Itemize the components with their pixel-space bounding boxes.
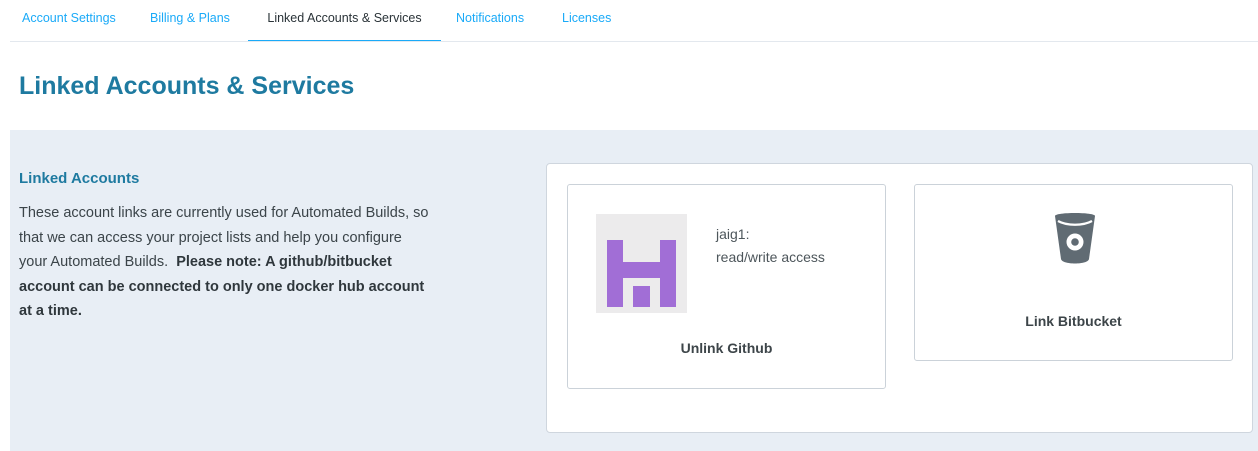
github-avatar	[596, 214, 687, 313]
identicon-image	[607, 240, 676, 307]
github-access-level: read/write access	[716, 249, 825, 265]
tab-linked-accounts[interactable]: Linked Accounts & Services	[248, 0, 441, 42]
section-title: Linked Accounts	[19, 170, 140, 187]
tab-licenses[interactable]: Licenses	[562, 0, 611, 42]
tab-notifications[interactable]: Notifications	[456, 0, 524, 42]
linked-accounts-section: Linked Accounts These account links are …	[10, 130, 1258, 451]
tab-billing-plans[interactable]: Billing & Plans	[150, 0, 230, 42]
page-title: Linked Accounts & Services	[19, 72, 355, 100]
github-card: jaig1: read/write access Unlink Github	[567, 184, 886, 389]
linked-services-panel: jaig1: read/write access Unlink Github L…	[546, 163, 1253, 433]
section-description: These account links are currently used f…	[19, 201, 429, 324]
tabs-divider	[10, 41, 1258, 42]
bitbucket-card: Link Bitbucket	[914, 184, 1233, 361]
github-username: jaig1:	[716, 226, 750, 242]
bitbucket-icon	[1055, 213, 1095, 264]
settings-tabs: Account Settings Billing & Plans Linked …	[0, 0, 1258, 42]
tab-account-settings[interactable]: Account Settings	[22, 0, 116, 42]
link-bitbucket-button[interactable]: Link Bitbucket	[915, 313, 1232, 329]
unlink-github-button[interactable]: Unlink Github	[568, 340, 885, 356]
